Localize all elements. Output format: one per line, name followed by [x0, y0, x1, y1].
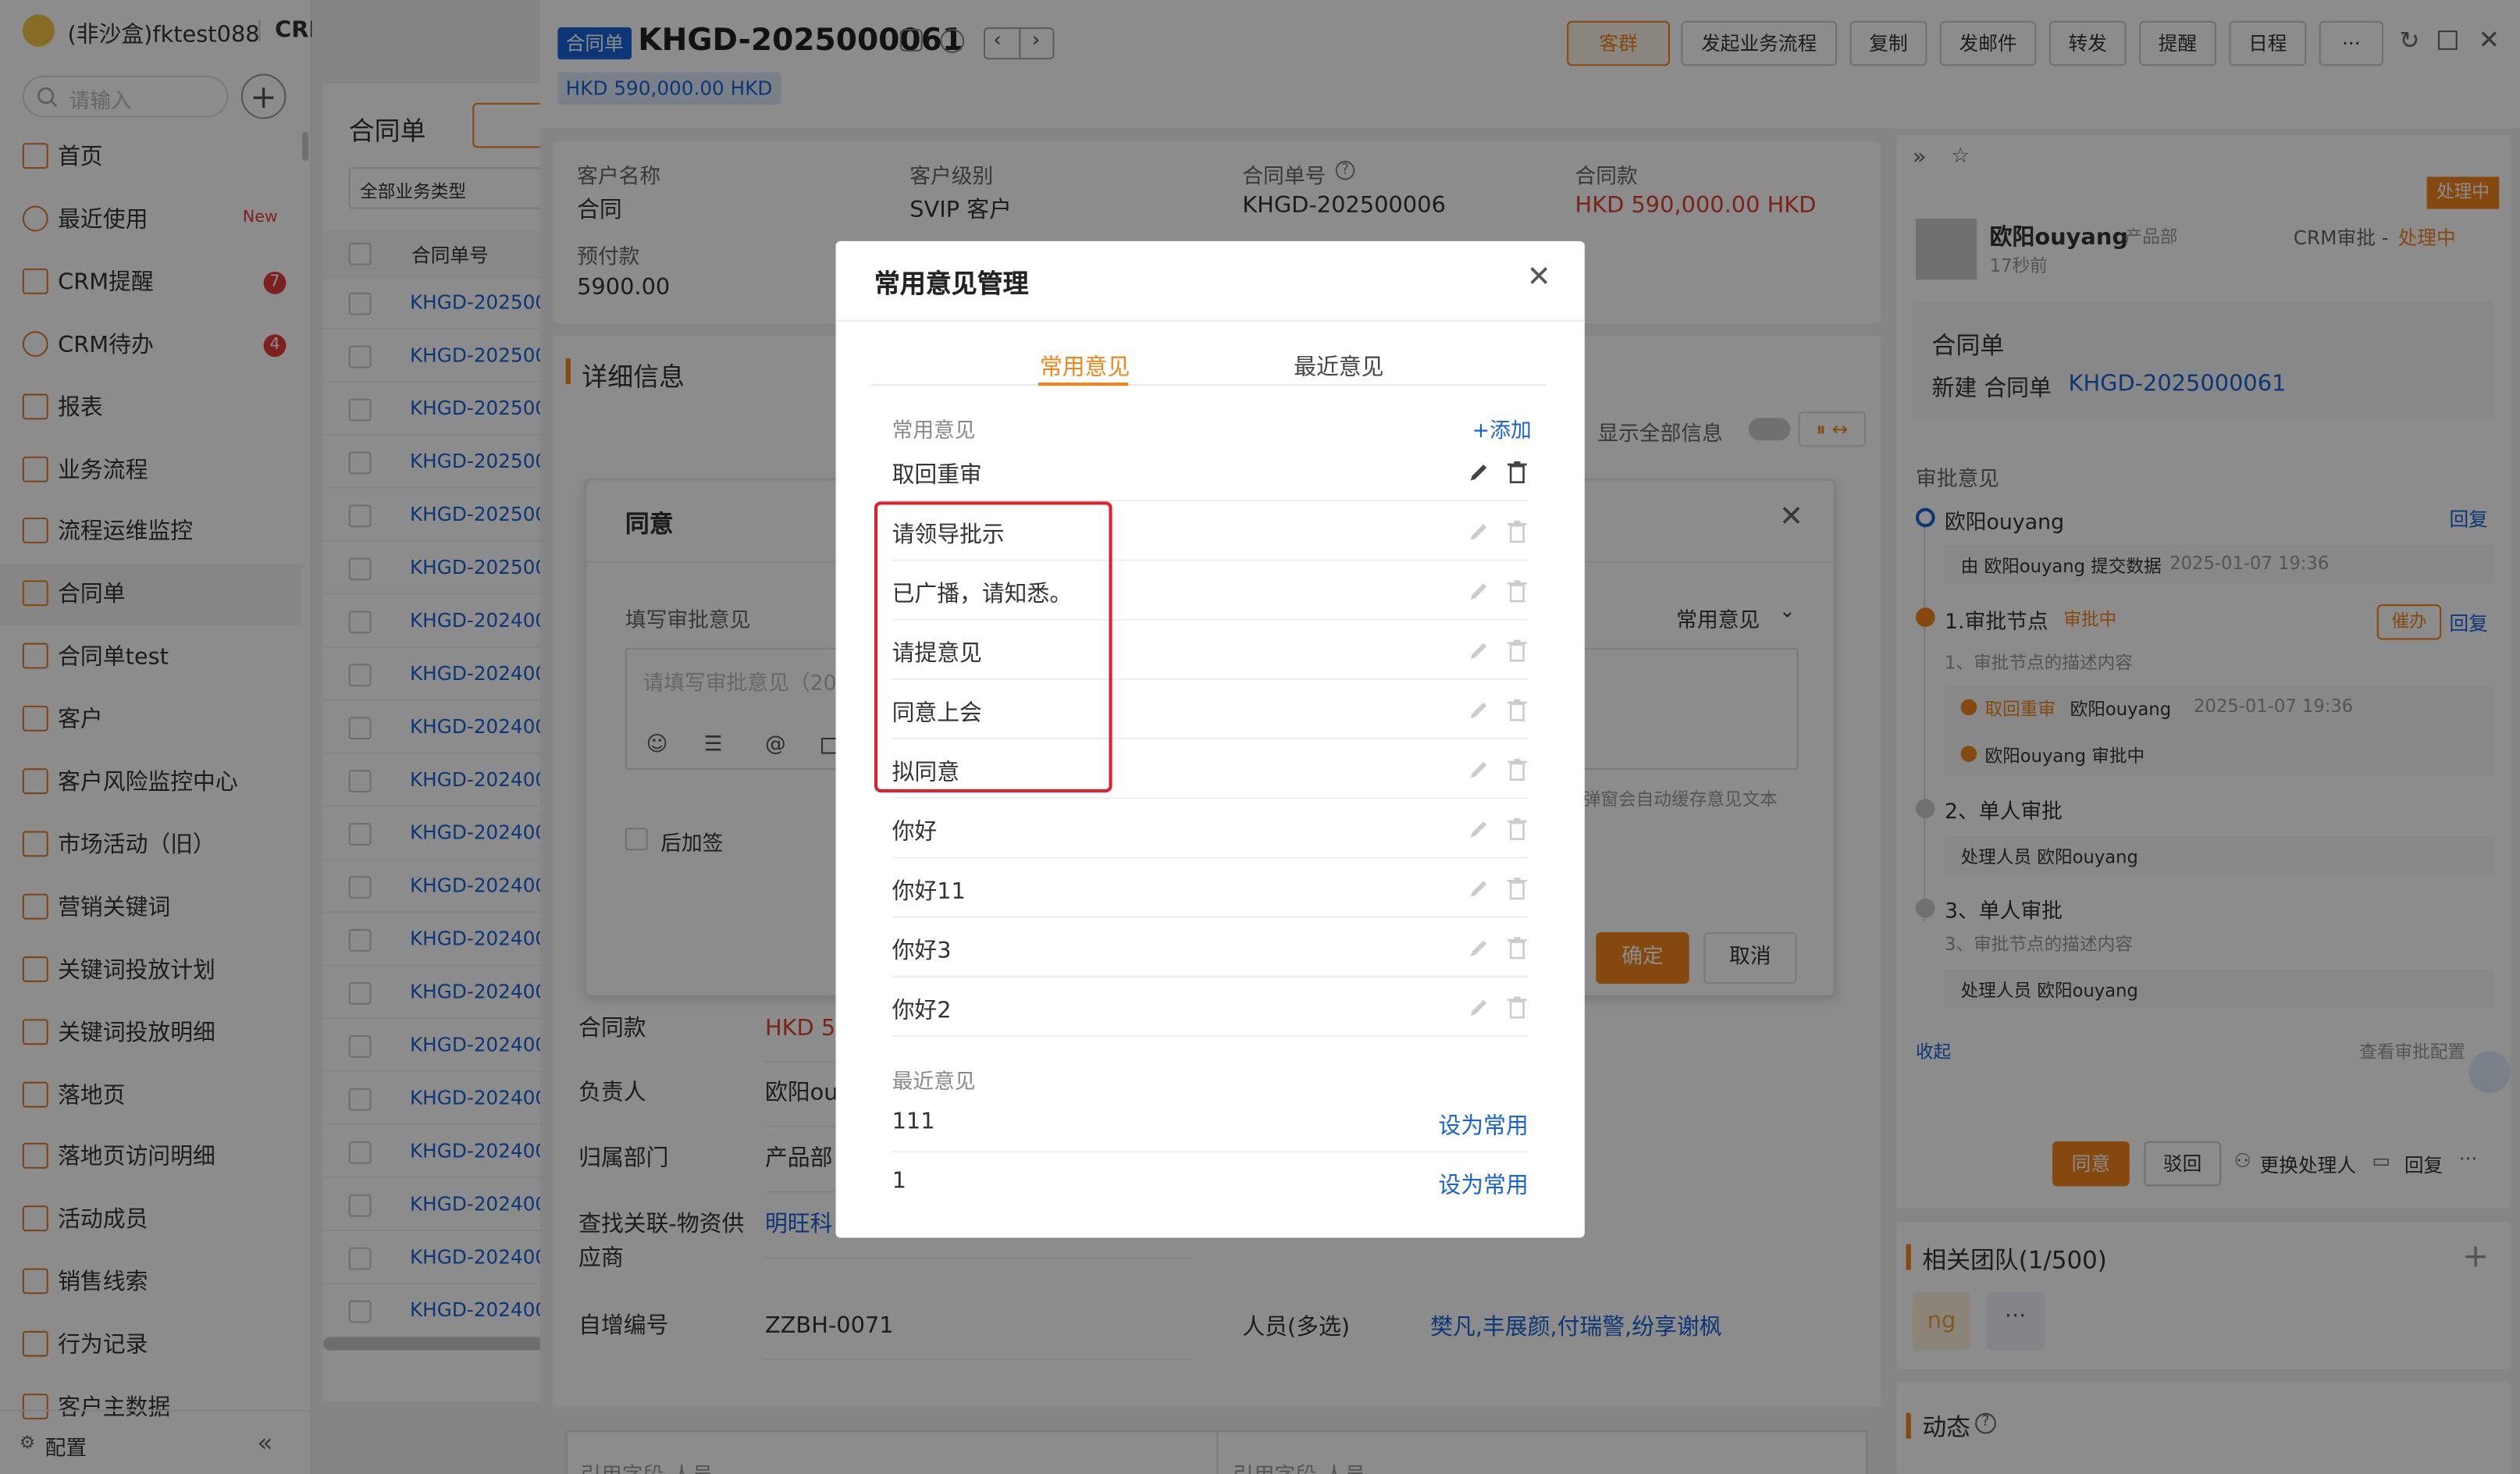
- edit-icon[interactable]: [1468, 878, 1490, 900]
- opinion-text: 你好2: [892, 998, 952, 1024]
- delete-icon[interactable]: [1506, 460, 1529, 484]
- edit-icon[interactable]: [1468, 461, 1490, 484]
- common-opinion-modal: 常用意见管理 ✕ 常用意见 最近意见 常用意见 +添加 取回重审 请领导批示 已广播…: [835, 240, 1585, 1238]
- edit-icon[interactable]: [1468, 759, 1490, 782]
- delete-icon[interactable]: [1506, 935, 1529, 960]
- set-common-link[interactable]: 设为常用: [1439, 1109, 1529, 1141]
- opinion-text: 你好3: [892, 938, 952, 965]
- edit-icon[interactable]: [1468, 997, 1490, 1020]
- delete-icon[interactable]: [1506, 757, 1529, 782]
- modal-close-icon[interactable]: ✕: [1527, 261, 1551, 294]
- modal-divider: [835, 319, 1585, 322]
- opinion-text: 1: [892, 1168, 906, 1195]
- tab-active-indicator: [1038, 383, 1129, 386]
- tab-underline: [870, 384, 1547, 386]
- delete-icon[interactable]: [1506, 995, 1529, 1019]
- opinion-text: 你好: [892, 820, 938, 846]
- set-common-link[interactable]: 设为常用: [1439, 1169, 1529, 1201]
- edit-icon[interactable]: [1468, 937, 1490, 960]
- delete-icon[interactable]: [1506, 579, 1529, 603]
- delete-icon[interactable]: [1506, 698, 1529, 722]
- common-section-header: 常用意见: [892, 419, 976, 444]
- delete-icon[interactable]: [1506, 876, 1529, 900]
- common-opinion-item[interactable]: 取回重审: [892, 442, 1529, 502]
- opinion-text: 取回重审: [892, 462, 982, 489]
- common-opinion-item[interactable]: 你好2: [892, 977, 1529, 1037]
- opinion-text: 你好11: [892, 879, 966, 906]
- delete-icon[interactable]: [1506, 638, 1529, 662]
- edit-icon[interactable]: [1468, 580, 1490, 603]
- highlight-box: [874, 501, 1112, 793]
- delete-icon[interactable]: [1506, 519, 1529, 543]
- common-opinion-item[interactable]: 你好11: [892, 858, 1529, 918]
- tab-recent[interactable]: 最近意见: [1294, 351, 1383, 383]
- common-opinion-item[interactable]: 你好: [892, 799, 1529, 859]
- delete-icon[interactable]: [1506, 817, 1529, 841]
- edit-icon[interactable]: [1468, 818, 1490, 841]
- modal-title: 常用意见管理: [874, 268, 1029, 299]
- add-opinion-link[interactable]: +添加: [1472, 413, 1532, 443]
- edit-icon[interactable]: [1468, 639, 1490, 662]
- recent-opinion-item[interactable]: 111 设为常用: [892, 1093, 1529, 1153]
- edit-icon[interactable]: [1468, 521, 1490, 543]
- opinion-text: 111: [892, 1109, 935, 1135]
- recent-opinion-item[interactable]: 1 设为常用: [892, 1152, 1529, 1212]
- recent-section-header: 最近意见: [892, 1070, 976, 1095]
- tab-common[interactable]: 常用意见: [1040, 351, 1130, 383]
- common-opinion-item[interactable]: 你好3: [892, 918, 1529, 977]
- edit-icon[interactable]: [1468, 700, 1490, 722]
